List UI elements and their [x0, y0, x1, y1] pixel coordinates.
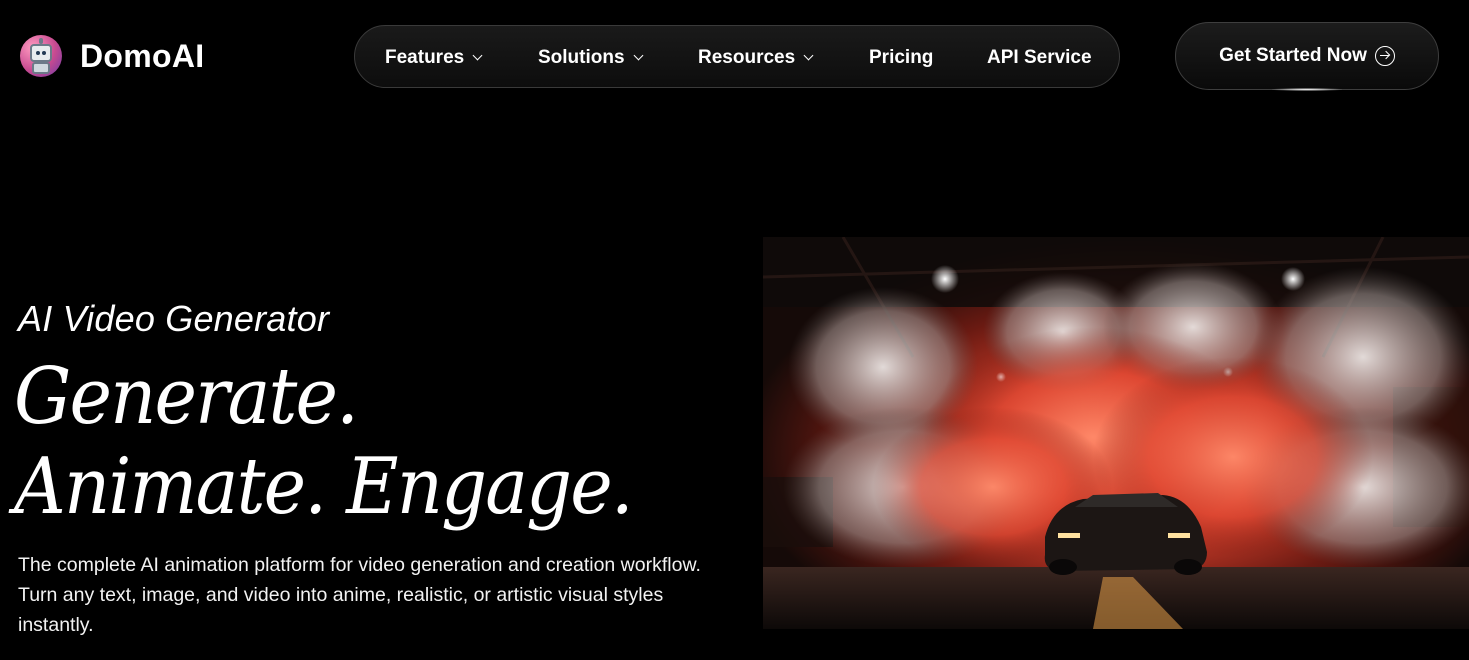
chevron-down-icon — [803, 50, 814, 60]
nav-item-api-service[interactable]: API Service — [987, 26, 1092, 89]
hero-eyebrow: AI Video Generator — [18, 298, 330, 339]
chevron-down-icon — [472, 50, 483, 60]
nav-item-label: Resources — [698, 46, 796, 68]
chevron-down-icon — [633, 50, 644, 60]
arrow-circle-right-icon — [1374, 46, 1395, 66]
main-nav: Features Solutions Resources Pricing API… — [354, 25, 1120, 88]
nav-item-label: Features — [385, 46, 465, 68]
headline-line-1: Generate. — [14, 352, 359, 442]
nav-item-label: Pricing — [869, 46, 934, 68]
nav-item-pricing[interactable]: Pricing — [869, 26, 933, 89]
robot-logo-icon — [20, 35, 62, 77]
nav-item-features[interactable]: Features — [385, 26, 483, 89]
hero-car-smoke-image — [763, 237, 1469, 629]
brand-name: DomoAI — [80, 37, 205, 74]
get-started-label: Get Started Now — [1219, 45, 1367, 66]
hero-headline: Generate. Animate. Engage. — [14, 352, 634, 532]
hero-description: The complete AI animation platform for v… — [18, 554, 701, 636]
nav-item-solutions[interactable]: Solutions — [538, 26, 644, 89]
brand-logo[interactable]: DomoAI — [20, 35, 204, 77]
nav-item-label: Solutions — [538, 46, 625, 68]
headline-line-2: Animate. Engage. — [14, 442, 634, 532]
nav-item-label: API Service — [987, 46, 1092, 68]
get-started-button[interactable]: Get Started Now — [1175, 22, 1439, 91]
nav-item-resources[interactable]: Resources — [698, 26, 814, 89]
